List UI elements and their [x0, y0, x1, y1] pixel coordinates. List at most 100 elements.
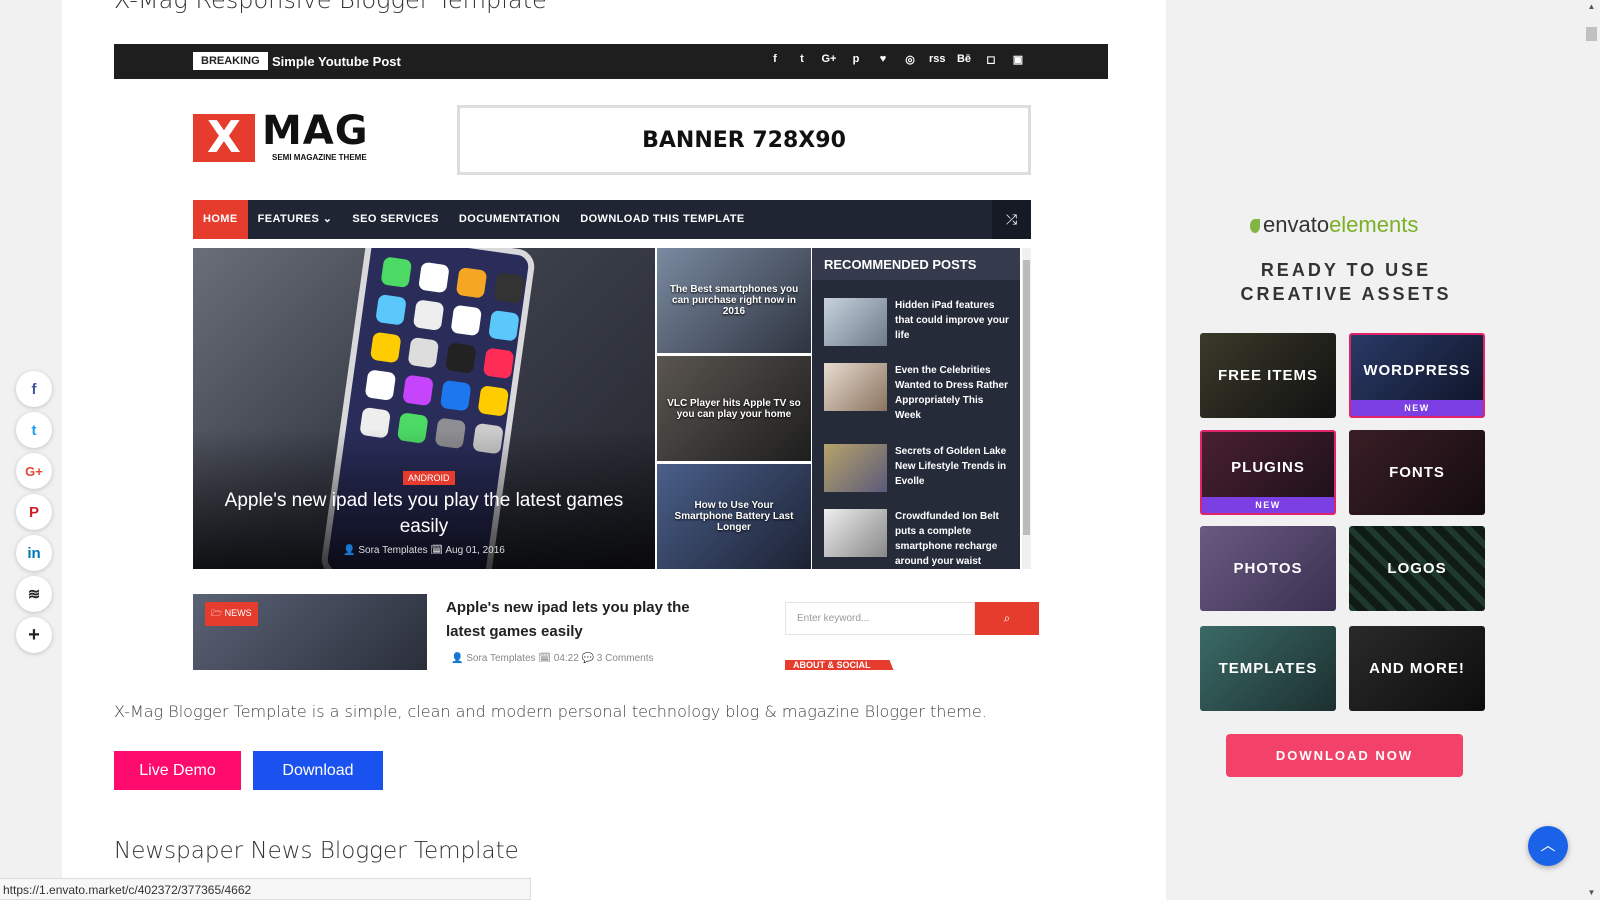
buffer-share-icon[interactable]: ≋	[16, 576, 52, 612]
more-share-icon[interactable]: +	[16, 617, 52, 653]
ad-tile-label: PLUGINS	[1231, 459, 1305, 476]
page-scrollbar[interactable]: ▲ ▼	[1583, 0, 1600, 900]
ad-tile-free-items[interactable]: FREE ITEMS	[1200, 333, 1336, 418]
nav-download-template: DOWNLOAD THIS TEMPLATE	[580, 213, 745, 225]
tile-post: The Best smartphones you can purchase ri…	[657, 248, 811, 353]
hero-post: ANDROID Apple's new ipad lets you play t…	[193, 248, 655, 569]
dribbble-icon: ◎	[905, 54, 915, 66]
ad-tile-plugins[interactable]: PLUGINS NEW	[1200, 430, 1336, 515]
recommended-item-title: Crowdfunded Ion Belt puts a complete sma…	[895, 511, 999, 567]
live-demo-button[interactable]: Live Demo	[114, 751, 241, 790]
pinterest-icon: p	[852, 53, 860, 65]
ad-tile-label: WORDPRESS	[1363, 362, 1471, 379]
next-article-title[interactable]: Newspaper News Blogger Template	[114, 838, 519, 864]
recommended-item: Secrets of Golden Lake New Lifestyle Tre…	[824, 444, 1012, 492]
recommended-item: Even the Celebrities Wanted to Dress Rat…	[824, 363, 1012, 423]
logo-x-mark: X	[193, 114, 255, 162]
hero-category-tag: ANDROID	[403, 471, 455, 485]
share-bar: f t G+ P in ≋ +	[16, 371, 52, 653]
breaking-text: Simple Youtube Post	[272, 54, 401, 69]
ad-headline-line2: CREATIVE ASSETS	[1240, 284, 1452, 304]
chevron-up-icon: ︿	[1540, 837, 1556, 854]
breaking-label: BREAKING	[193, 52, 268, 70]
ad-tile-label: FONTS	[1389, 464, 1445, 481]
new-badge: NEW	[1202, 497, 1334, 513]
pinterest-share-icon[interactable]: P	[16, 494, 52, 530]
recommended-item-title: Secrets of Golden Lake New Lifestyle Tre…	[895, 446, 1007, 487]
nav-seo-services: SEO SERVICES	[352, 213, 439, 225]
ad-tile-label: PHOTOS	[1233, 560, 1303, 577]
nav-home: HOME	[193, 200, 248, 239]
envato-download-now-button[interactable]: DOWNLOAD NOW	[1226, 734, 1463, 777]
envato-brand: envato	[1263, 212, 1330, 237]
recommended-posts: RECOMMENDED POSTS Hidden iPad features t…	[812, 248, 1020, 569]
browser-status-bar: https://1.envato.market/c/402372/377365/…	[0, 878, 531, 900]
facebook-share-icon[interactable]: f	[16, 371, 52, 407]
nav-features: FEATURES ⌄	[257, 213, 333, 225]
preview-topbar: BREAKING Simple Youtube Post f t G+ p ♥ …	[114, 44, 1108, 79]
instagram-icon: ◻	[986, 54, 996, 66]
ad-headline-line1: READY TO USE	[1260, 260, 1432, 280]
ad-tile-label: AND MORE!	[1369, 660, 1465, 677]
twitter-share-icon[interactable]: t	[16, 412, 52, 448]
ad-tile-wordpress[interactable]: WORDPRESS NEW	[1349, 333, 1485, 418]
preview-tiles: The Best smartphones you can purchase ri…	[657, 248, 811, 569]
logo-wordmark: MAG	[262, 108, 369, 154]
ad-headline: READY TO USE CREATIVE ASSETS	[1166, 258, 1526, 306]
news-tag: 🗁 NEWS	[205, 602, 258, 626]
tile-post: How to Use Your Smartphone Battery Last …	[657, 464, 811, 569]
search-icon: ⌕	[975, 602, 1039, 635]
tile-title: The Best smartphones you can purchase ri…	[669, 284, 799, 317]
delicious-icon: ▣	[1012, 54, 1024, 66]
new-badge: NEW	[1351, 400, 1483, 416]
back-to-top-button[interactable]: ︿	[1528, 826, 1568, 866]
hero-title: Apple's new ipad lets you play the lates…	[224, 490, 624, 537]
recommended-item: Crowdfunded Ion Belt puts a complete sma…	[824, 509, 1012, 569]
linkedin-share-icon[interactable]: in	[16, 535, 52, 571]
scroll-down-arrow-icon[interactable]: ▼	[1583, 886, 1600, 900]
envato-brand-suffix: elements	[1329, 212, 1419, 237]
logo-tagline: SEMI MAGAZINE THEME	[272, 153, 367, 162]
heart-icon: ♥	[879, 53, 887, 65]
google-plus-icon: G+	[821, 53, 837, 65]
preview-social-icons: f t G+ p ♥ ◎ rss Bē ◻ ▣	[767, 53, 1026, 66]
ad-tile-and-more[interactable]: AND MORE!	[1349, 626, 1485, 711]
theme-preview-image: BREAKING Simple Youtube Post f t G+ p ♥ …	[114, 44, 1108, 670]
about-social-label: ABOUT & SOCIAL	[785, 660, 895, 670]
ad-tile-label: LOGOS	[1387, 560, 1447, 577]
news-meta: 👤 Sora Templates 🗓 04:22 💬 3 Comments	[451, 653, 654, 664]
shuffle-icon: ⤮	[992, 200, 1031, 239]
nav-documentation: DOCUMENTATION	[458, 213, 561, 225]
twitter-icon: t	[800, 53, 804, 65]
scroll-thumb[interactable]	[1586, 27, 1597, 41]
news-thumbnail: 🗁 NEWS	[193, 594, 427, 670]
recommended-item-title: Hidden iPad features that could improve …	[895, 300, 1009, 341]
preview-nav: HOME FEATURES ⌄ SEO SERVICES DOCUMENTATI…	[193, 200, 1031, 239]
recommended-title: RECOMMENDED POSTS	[812, 248, 1020, 280]
leaf-icon	[1250, 219, 1260, 233]
ad-tile-fonts[interactable]: FONTS	[1349, 430, 1485, 515]
envato-logo[interactable]: envatoelements	[1250, 212, 1418, 238]
preview-search-input: Enter keyword...	[785, 602, 975, 635]
hero-meta: 👤 Sora Templates 🗓 Aug 01, 2016	[343, 545, 505, 556]
news-title: Apple's new ipad lets you play the lates…	[446, 599, 690, 640]
ad-tile-logos[interactable]: LOGOS	[1349, 526, 1485, 611]
article-title: X-Mag Responsive Blogger Template	[114, 0, 547, 14]
tile-post: VLC Player hits Apple TV so you can play…	[657, 356, 811, 461]
recommended-item-title: Even the Celebrities Wanted to Dress Rat…	[895, 365, 1008, 421]
article-description: X-Mag Blogger Template is a simple, clea…	[114, 702, 987, 721]
google-plus-share-icon[interactable]: G+	[16, 453, 52, 489]
recommended-scrollbar	[1022, 248, 1031, 569]
facebook-icon: f	[773, 53, 777, 65]
behance-icon: Bē	[956, 53, 972, 65]
download-button[interactable]: Download	[253, 751, 383, 790]
rss-icon: rss	[929, 53, 946, 65]
tile-title: VLC Player hits Apple TV so you can play…	[667, 397, 801, 420]
scroll-up-arrow-icon[interactable]: ▲	[1583, 0, 1600, 14]
ad-tile-photos[interactable]: PHOTOS	[1200, 526, 1336, 611]
banner-placeholder: BANNER 728X90	[457, 105, 1031, 175]
ad-tile-templates[interactable]: TEMPLATES	[1200, 626, 1336, 711]
ad-tile-label: FREE ITEMS	[1217, 367, 1318, 384]
tile-title: How to Use Your Smartphone Battery Last …	[674, 500, 794, 533]
ad-tile-label: TEMPLATES	[1218, 660, 1318, 677]
